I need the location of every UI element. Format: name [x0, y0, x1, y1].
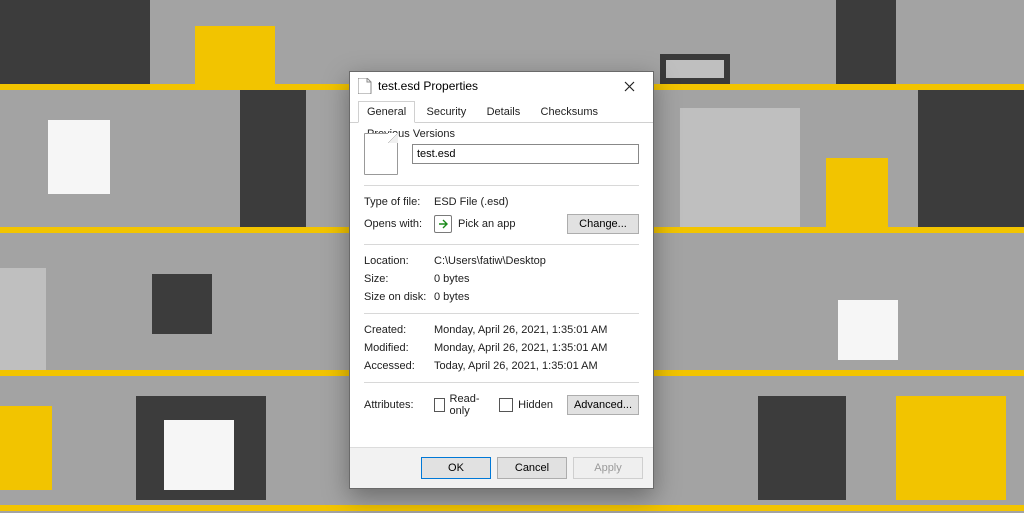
created-label: Created: — [364, 324, 434, 336]
readonly-checkbox-label: Read-only — [450, 393, 486, 417]
tab-strip: General Security Details Checksums Previ… — [350, 100, 653, 123]
size-label: Size: — [364, 273, 434, 285]
close-button[interactable] — [611, 74, 647, 98]
hidden-checkbox[interactable]: Hidden — [499, 398, 553, 412]
tab-security[interactable]: Security — [417, 101, 475, 122]
filename-input[interactable] — [412, 144, 639, 164]
location-value: C:\Users\fatiw\Desktop — [434, 255, 546, 267]
size-on-disk-value: 0 bytes — [434, 291, 469, 303]
apply-button[interactable]: Apply — [573, 457, 643, 479]
cancel-button[interactable]: Cancel — [497, 457, 567, 479]
accessed-value: Today, April 26, 2021, 1:35:01 AM — [434, 360, 598, 372]
opens-with-value: Pick an app — [458, 218, 567, 230]
file-icon — [358, 78, 372, 94]
attributes-label: Attributes: — [364, 399, 434, 411]
modified-value: Monday, April 26, 2021, 1:35:01 AM — [434, 342, 607, 354]
size-value: 0 bytes — [434, 273, 469, 285]
checkbox-box-icon — [499, 398, 513, 412]
location-label: Location: — [364, 255, 434, 267]
tab-checksums[interactable]: Checksums — [532, 101, 607, 122]
created-value: Monday, April 26, 2021, 1:35:01 AM — [434, 324, 607, 336]
general-panel: Type of file: ESD File (.esd) Opens with… — [350, 123, 653, 447]
readonly-checkbox[interactable]: Read-only — [434, 393, 485, 417]
tab-general[interactable]: General — [358, 101, 415, 123]
change-button[interactable]: Change... — [567, 214, 639, 234]
ok-button[interactable]: OK — [421, 457, 491, 479]
type-of-file-value: ESD File (.esd) — [434, 196, 509, 208]
tab-details[interactable]: Details — [478, 101, 530, 122]
modified-label: Modified: — [364, 342, 434, 354]
file-type-icon — [364, 133, 398, 175]
app-picker-icon — [434, 215, 452, 233]
size-on-disk-label: Size on disk: — [364, 291, 434, 303]
opens-with-label: Opens with: — [364, 218, 434, 230]
window-title: test.esd Properties — [378, 79, 611, 93]
dialog-footer: OK Cancel Apply — [350, 447, 653, 488]
titlebar[interactable]: test.esd Properties — [350, 72, 653, 100]
type-of-file-label: Type of file: — [364, 196, 434, 208]
accessed-label: Accessed: — [364, 360, 434, 372]
properties-dialog: test.esd Properties General Security Det… — [349, 71, 654, 489]
advanced-button[interactable]: Advanced... — [567, 395, 639, 415]
hidden-checkbox-label: Hidden — [518, 399, 553, 411]
checkbox-box-icon — [434, 398, 445, 412]
